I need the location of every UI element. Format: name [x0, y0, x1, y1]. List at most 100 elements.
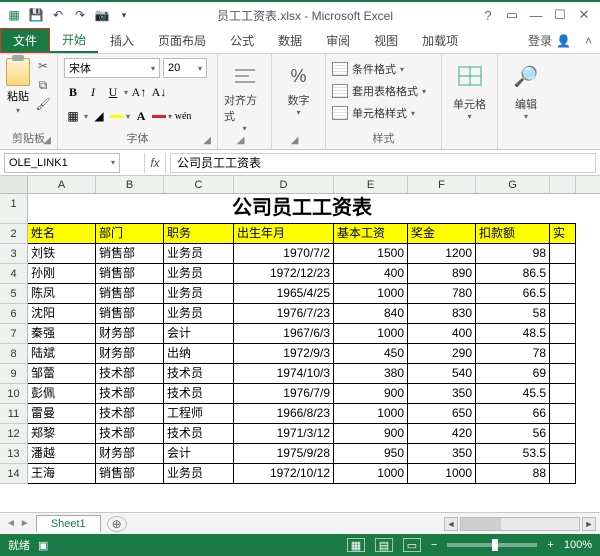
data-cell[interactable]: 380 — [334, 364, 408, 384]
row-header[interactable]: 6 — [0, 304, 28, 324]
fill-color-button[interactable]: ◢ — [90, 106, 108, 126]
data-cell[interactable]: 刘铁 — [28, 244, 96, 264]
chevron-down-icon[interactable]: ▾ — [242, 124, 246, 133]
data-cell[interactable]: 财务部 — [96, 344, 164, 364]
data-cell[interactable] — [550, 464, 576, 484]
macro-record-icon[interactable]: ▣ — [38, 539, 48, 552]
data-cell[interactable]: 88 — [476, 464, 550, 484]
col-header[interactable] — [550, 176, 576, 193]
add-sheet-button[interactable]: ⊕ — [107, 516, 127, 532]
phonetic-button[interactable]: wén — [174, 106, 192, 126]
copy-icon[interactable]: ⧉ — [34, 77, 52, 93]
header-cell[interactable]: 部门 — [96, 224, 164, 244]
qat-more-icon[interactable]: ▾ — [116, 7, 132, 23]
data-cell[interactable]: 66 — [476, 404, 550, 424]
data-cell[interactable]: 技术员 — [164, 364, 234, 384]
data-cell[interactable]: 潘越 — [28, 444, 96, 464]
editing-button[interactable]: 编辑 — [504, 96, 548, 112]
row-header[interactable]: 10 — [0, 384, 28, 404]
row-header[interactable]: 1 — [0, 194, 28, 224]
data-cell[interactable]: 1976/7/23 — [234, 304, 334, 324]
data-cell[interactable]: 950 — [334, 444, 408, 464]
alignment-button[interactable]: 对齐方式 — [224, 92, 265, 124]
align-dialog-icon[interactable]: ◢ — [237, 135, 245, 146]
help-icon[interactable]: ? — [480, 7, 496, 23]
data-cell[interactable]: 650 — [408, 404, 476, 424]
data-cell[interactable]: 技术部 — [96, 424, 164, 444]
data-cell[interactable]: 1976/7/9 — [234, 384, 334, 404]
zoom-slider[interactable] — [447, 543, 537, 547]
data-cell[interactable]: 400 — [408, 324, 476, 344]
tab-data[interactable]: 数据 — [266, 28, 314, 53]
data-cell[interactable]: 销售部 — [96, 244, 164, 264]
data-cell[interactable]: 业务员 — [164, 244, 234, 264]
data-cell[interactable]: 王海 — [28, 464, 96, 484]
data-cell[interactable]: 沈阳 — [28, 304, 96, 324]
percent-icon[interactable]: % — [285, 64, 313, 88]
data-cell[interactable]: 58 — [476, 304, 550, 324]
data-cell[interactable] — [550, 404, 576, 424]
grid-rows[interactable]: 1公司员工工资表2姓名部门职务出生年月基本工资奖金扣款额实3刘铁销售部业务员19… — [0, 194, 600, 512]
data-cell[interactable]: 陈凤 — [28, 284, 96, 304]
scrollbar-track[interactable] — [460, 517, 580, 531]
data-cell[interactable]: 技术员 — [164, 424, 234, 444]
row-header[interactable]: 12 — [0, 424, 28, 444]
data-cell[interactable]: 890 — [408, 264, 476, 284]
cut-icon[interactable]: ✂ — [34, 58, 52, 74]
select-all-corner[interactable] — [0, 176, 28, 193]
data-cell[interactable]: 销售部 — [96, 304, 164, 324]
cells-button[interactable]: 单元格 — [448, 96, 491, 112]
tab-home[interactable]: 开始 — [50, 28, 98, 53]
data-cell[interactable] — [550, 284, 576, 304]
header-cell[interactable]: 奖金 — [408, 224, 476, 244]
data-cell[interactable]: 1000 — [334, 404, 408, 424]
data-cell[interactable]: 业务员 — [164, 464, 234, 484]
chevron-down-icon[interactable]: ▾ — [448, 112, 491, 121]
number-button[interactable]: 数字 — [288, 92, 310, 108]
zoom-thumb[interactable] — [492, 539, 498, 551]
font-size-select[interactable]: 20▾ — [163, 58, 207, 78]
data-cell[interactable]: 1000 — [334, 324, 408, 344]
data-cell[interactable]: 彭佩 — [28, 384, 96, 404]
header-cell[interactable]: 基本工资 — [334, 224, 408, 244]
data-cell[interactable]: 1966/8/23 — [234, 404, 334, 424]
login-button[interactable]: 登录👤 — [522, 32, 577, 49]
data-cell[interactable]: 900 — [334, 384, 408, 404]
row-header[interactable]: 3 — [0, 244, 28, 264]
data-cell[interactable] — [550, 264, 576, 284]
collapse-ribbon-icon[interactable]: ˄ — [577, 34, 600, 48]
page-layout-view-icon[interactable]: ▤ — [375, 538, 393, 552]
data-cell[interactable]: 45.5 — [476, 384, 550, 404]
data-cell[interactable]: 1967/6/3 — [234, 324, 334, 344]
chevron-down-icon[interactable]: ▾ — [504, 112, 548, 121]
sheet-prev-icon[interactable]: ◄ — [6, 518, 16, 529]
fx-button[interactable]: fx — [144, 153, 166, 173]
data-cell[interactable]: 业务员 — [164, 264, 234, 284]
header-cell[interactable]: 职务 — [164, 224, 234, 244]
data-cell[interactable]: 1971/3/12 — [234, 424, 334, 444]
number-dialog-icon[interactable]: ◢ — [291, 135, 299, 146]
col-header[interactable]: A — [28, 176, 96, 193]
data-cell[interactable]: 技术部 — [96, 384, 164, 404]
row-header[interactable]: 14 — [0, 464, 28, 484]
col-header[interactable]: E — [334, 176, 408, 193]
clipboard-dialog-icon[interactable]: ◢ — [43, 135, 51, 146]
data-cell[interactable]: 290 — [408, 344, 476, 364]
header-cell[interactable]: 姓名 — [28, 224, 96, 244]
data-cell[interactable]: 1200 — [408, 244, 476, 264]
tab-view[interactable]: 视图 — [362, 28, 410, 53]
col-header[interactable]: G — [476, 176, 550, 193]
row-header[interactable]: 7 — [0, 324, 28, 344]
data-cell[interactable]: 900 — [334, 424, 408, 444]
row-header[interactable]: 11 — [0, 404, 28, 424]
data-cell[interactable]: 工程师 — [164, 404, 234, 424]
data-cell[interactable]: 业务员 — [164, 284, 234, 304]
decrease-font-icon[interactable]: A↓ — [150, 82, 168, 102]
italic-button[interactable]: I — [84, 82, 102, 102]
conditional-format-button[interactable]: 条件格式▾ — [332, 58, 435, 80]
data-cell[interactable]: 830 — [408, 304, 476, 324]
data-cell[interactable]: 1970/7/2 — [234, 244, 334, 264]
underline-button[interactable]: U — [104, 82, 122, 102]
tab-layout[interactable]: 页面布局 — [146, 28, 218, 53]
close-icon[interactable]: ✕ — [576, 7, 592, 23]
